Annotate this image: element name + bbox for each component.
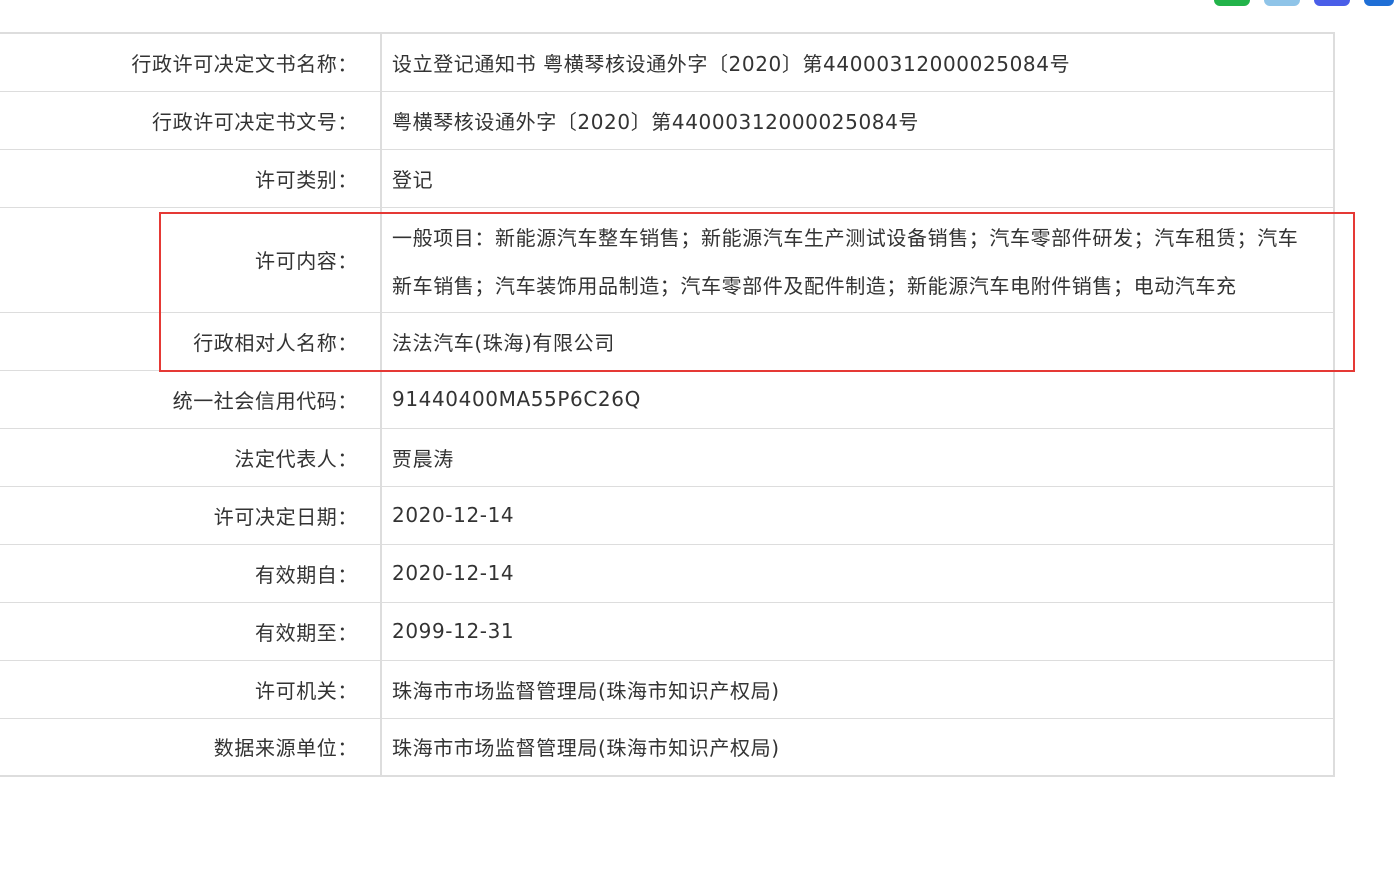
table-row: 法定代表人： 贾晨涛 [0,427,1335,487]
table-row: 行政许可决定文书名称： 设立登记通知书 粤横琴核设通外字〔2020〕第44000… [0,32,1335,92]
row-label: 行政许可决定文书名称： [0,32,382,92]
row-label: 许可决定日期： [0,485,382,545]
table-row: 许可类别： 登记 [0,148,1335,208]
license-info-table: 行政许可决定文书名称： 设立登记通知书 粤横琴核设通外字〔2020〕第44000… [0,32,1335,777]
row-label: 有效期自： [0,543,382,603]
row-value: 法法汽车(珠海)有限公司 [381,311,1335,371]
qzone-icon[interactable] [1264,0,1300,6]
row-value: 2099-12-31 [381,601,1335,661]
row-label: 行政相对人名称： [0,311,382,371]
qq-icon[interactable] [1314,0,1350,6]
row-label: 许可类别： [0,148,382,208]
wechat-icon[interactable] [1214,0,1250,6]
row-value: 设立登记通知书 粤横琴核设通外字〔2020〕第44000312000025084… [381,32,1335,92]
row-label: 许可内容： [0,206,382,313]
row-value: 登记 [381,148,1335,208]
row-value: 91440400MA55P6C26Q [381,369,1335,429]
table-row: 许可机关： 珠海市市场监督管理局(珠海市知识产权局) [0,659,1335,719]
table-row: 数据来源单位： 珠海市市场监督管理局(珠海市知识产权局) [0,717,1335,777]
table-row: 行政许可决定书文号： 粤横琴核设通外字〔2020〕第44000312000025… [0,90,1335,150]
row-value: 贾晨涛 [381,427,1335,487]
row-label: 有效期至： [0,601,382,661]
row-label: 行政许可决定书文号： [0,90,382,150]
row-label: 法定代表人： [0,427,382,487]
share-bar [1214,0,1394,6]
table-row: 有效期自： 2020-12-14 [0,543,1335,603]
row-label: 许可机关： [0,659,382,719]
row-value: 2020-12-14 [381,543,1335,603]
row-value: 珠海市市场监督管理局(珠海市知识产权局) [381,717,1335,777]
table-row: 统一社会信用代码： 91440400MA55P6C26Q [0,369,1335,429]
table-row: 行政相对人名称： 法法汽车(珠海)有限公司 [0,311,1335,371]
row-label: 数据来源单位： [0,717,382,777]
table-row: 许可内容： 一般项目：新能源汽车整车销售；新能源汽车生产测试设备销售；汽车零部件… [0,206,1335,313]
table-row: 有效期至： 2099-12-31 [0,601,1335,661]
row-label: 统一社会信用代码： [0,369,382,429]
row-value: 珠海市市场监督管理局(珠海市知识产权局) [381,659,1335,719]
weibo-icon[interactable] [1364,0,1394,6]
row-value: 一般项目：新能源汽车整车销售；新能源汽车生产测试设备销售；汽车零部件研发；汽车租… [381,206,1335,313]
row-value: 粤横琴核设通外字〔2020〕第44000312000025084号 [381,90,1335,150]
table-row: 许可决定日期： 2020-12-14 [0,485,1335,545]
page: 行政许可决定文书名称： 设立登记通知书 粤横琴核设通外字〔2020〕第44000… [0,0,1394,883]
row-value: 2020-12-14 [381,485,1335,545]
